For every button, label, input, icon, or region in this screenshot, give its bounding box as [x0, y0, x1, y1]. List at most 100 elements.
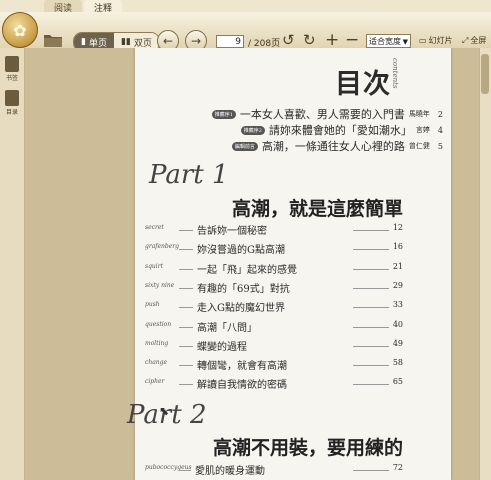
reader-app: 阅读 注释 ▮ 单页 ▮▮ 双页 ← → 9 / 208页 ↺ ↻ + − 适合宽度…: [0, 0, 491, 480]
toc-row[interactable]: molting 蝶變的過程 49: [135, 338, 451, 353]
toc-row-title: 一起「飛」起來的感覺: [197, 264, 297, 276]
bookmark-icon: [5, 56, 19, 72]
vertical-scrollbar[interactable]: [479, 48, 491, 480]
part1-label: Part 1: [149, 160, 229, 190]
toc-row-en: molting: [145, 339, 169, 347]
page-title-en: contents: [391, 58, 399, 89]
leader-line: [179, 345, 193, 347]
mouse-cursor-icon: ⬉: [159, 404, 170, 418]
leader-line: [353, 268, 389, 270]
toc-row[interactable]: pubococcygeus 愛肌的暖身運動 72: [135, 462, 451, 477]
leader-line: [353, 365, 389, 367]
toc-row-title: 解讀自我情欲的密碼: [197, 380, 287, 392]
double-page-icon: ▮▮: [120, 37, 131, 47]
toc-row-page: 29: [392, 280, 403, 290]
leader-line: [179, 384, 193, 386]
toc-row-title: 愛肌的暖身運動: [195, 466, 265, 477]
toc-row[interactable]: push 走入G點的魔幻世界 33: [135, 299, 451, 315]
slideshow-icon: ▭: [419, 36, 427, 45]
leader-line: [179, 268, 193, 270]
intro-author: 馬曉年: [408, 110, 430, 118]
sidebar: 书签 目录: [0, 48, 25, 480]
document-page: 目次 contents 推薦序1 一本女人喜歡、男人需要的入門書 馬曉年 2 推…: [127, 48, 451, 480]
arrow-right-icon: →: [190, 34, 202, 48]
app-logo[interactable]: ✿: [2, 12, 38, 48]
toc-row[interactable]: question 高潮「八問」 40: [135, 319, 451, 334]
intro-tag: 編輯前言: [231, 141, 258, 151]
leader-line: [353, 230, 389, 231]
single-page-icon: ▮: [81, 37, 86, 47]
toc-row[interactable]: sixty nine 有趣的「69式」對抗 29: [135, 280, 451, 295]
leader-line: [353, 249, 389, 251]
scrollbar-thumb[interactable]: [481, 54, 489, 94]
toc-row-page: 21: [392, 261, 403, 271]
intro-tag: 推薦序1: [211, 109, 236, 119]
sidebar-item-label: 目录: [5, 109, 18, 116]
leader-line: [179, 326, 193, 328]
leader-line: [353, 287, 389, 289]
intro-tag: 推薦序2: [240, 125, 265, 135]
toc-row-title: 有趣的「69式」對抗: [197, 283, 290, 295]
intro-text: 一本女人喜歡、男人需要的入門書: [239, 108, 405, 121]
intro-page: 2: [437, 109, 443, 119]
double-page-label: 双页: [133, 38, 152, 49]
leader-line: [179, 249, 193, 251]
intro-page: 5: [437, 141, 443, 151]
sidebar-item-label: 书签: [5, 75, 18, 82]
intro-author: 言婷: [415, 126, 430, 134]
sidebar-item-toc[interactable]: 目录: [2, 90, 22, 116]
rotate-right-icon[interactable]: ↻: [303, 32, 316, 48]
zoom-out-icon[interactable]: −: [345, 32, 359, 49]
toc-row-page: 16: [392, 242, 403, 252]
toc-row-en: secret: [145, 224, 164, 231]
zoom-select[interactable]: 适合宽度 ▼: [366, 34, 411, 48]
page-title: 目次: [335, 69, 391, 100]
part1-title: 高潮，就是這麼簡單: [231, 198, 403, 220]
toc-row-page: 33: [392, 300, 403, 310]
intro-text: 高潮，一條通往女人心裡的路: [261, 140, 405, 153]
leader-line: [179, 470, 191, 471]
toc-row[interactable]: change 轉個彎，就會有高潮 58: [135, 357, 451, 373]
leader-line: [179, 230, 193, 231]
toc-row-title: 告訴妳一個秘密: [197, 226, 267, 237]
open-folder-icon[interactable]: [43, 32, 63, 48]
leader-line: [353, 384, 389, 386]
arrow-left-icon: ←: [162, 34, 174, 48]
zoom-in-icon[interactable]: +: [325, 32, 339, 49]
page-number-input[interactable]: 9: [216, 35, 244, 48]
intro-text: 請妳來體會她的「愛如潮水」: [268, 124, 412, 137]
fullscreen-label: 全屏: [470, 36, 487, 45]
intro-page: 4: [437, 125, 443, 135]
toc-row[interactable]: secret 告訴妳一個秘密 12: [135, 222, 451, 237]
toc-row-title: 妳沒嘗過的G點高潮: [197, 245, 285, 257]
toc-row-title: 蝶變的過程: [197, 341, 247, 353]
intro-row: 推薦序1 一本女人喜歡、男人需要的入門書 馬曉年 2: [211, 106, 443, 122]
toc-row[interactable]: squirt 一起「飛」起來的感覺 21: [135, 261, 451, 276]
toolbar: ▮ 单页 ▮▮ 双页 ← → 9 / 208页 ↺ ↻ + − 适合宽度 ▼ ▭ 幻灯片…: [0, 12, 491, 52]
toc-row[interactable]: cipher 解讀自我情欲的密碼 65: [135, 376, 451, 392]
toc-row-title: 走入G點的魔幻世界: [197, 303, 285, 315]
zoom-value: 适合宽度: [369, 37, 401, 46]
toc-row-title: 高潮「八問」: [197, 322, 257, 334]
leader-line: [353, 326, 389, 328]
toc-row-en: sixty nine: [145, 281, 175, 289]
chevron-down-icon: ▼: [402, 38, 408, 46]
toc-row-page: 72: [392, 463, 403, 472]
slideshow-button[interactable]: ▭ 幻灯片: [419, 35, 453, 46]
toc-row-page: 40: [392, 319, 403, 329]
leader-line: [353, 470, 389, 471]
toc-row-en: question: [145, 320, 172, 328]
toc-row[interactable]: grafenberg 妳沒嘗過的G點高潮 16: [135, 241, 451, 257]
fullscreen-button[interactable]: ⤢ 全屏: [462, 35, 486, 46]
intro-row: 編輯前言 高潮，一條通往女人心裡的路 曾仁健 5: [231, 138, 443, 154]
toc-row-en: squirt: [145, 262, 163, 270]
toc-row-en: change: [145, 359, 168, 367]
toc-row-page: 12: [392, 223, 403, 232]
toc-row-title: 轉個彎，就會有高潮: [197, 361, 287, 373]
toc-row-en: cipher: [145, 378, 165, 386]
document-viewport[interactable]: 目次 contents 推薦序1 一本女人喜歡、男人需要的入門書 馬曉年 2 推…: [25, 48, 480, 480]
rotate-left-icon[interactable]: ↺: [282, 32, 295, 48]
leader-line: [179, 287, 193, 289]
toc-row-en: grafenberg: [145, 243, 180, 251]
sidebar-item-bookmarks[interactable]: 书签: [2, 56, 22, 82]
